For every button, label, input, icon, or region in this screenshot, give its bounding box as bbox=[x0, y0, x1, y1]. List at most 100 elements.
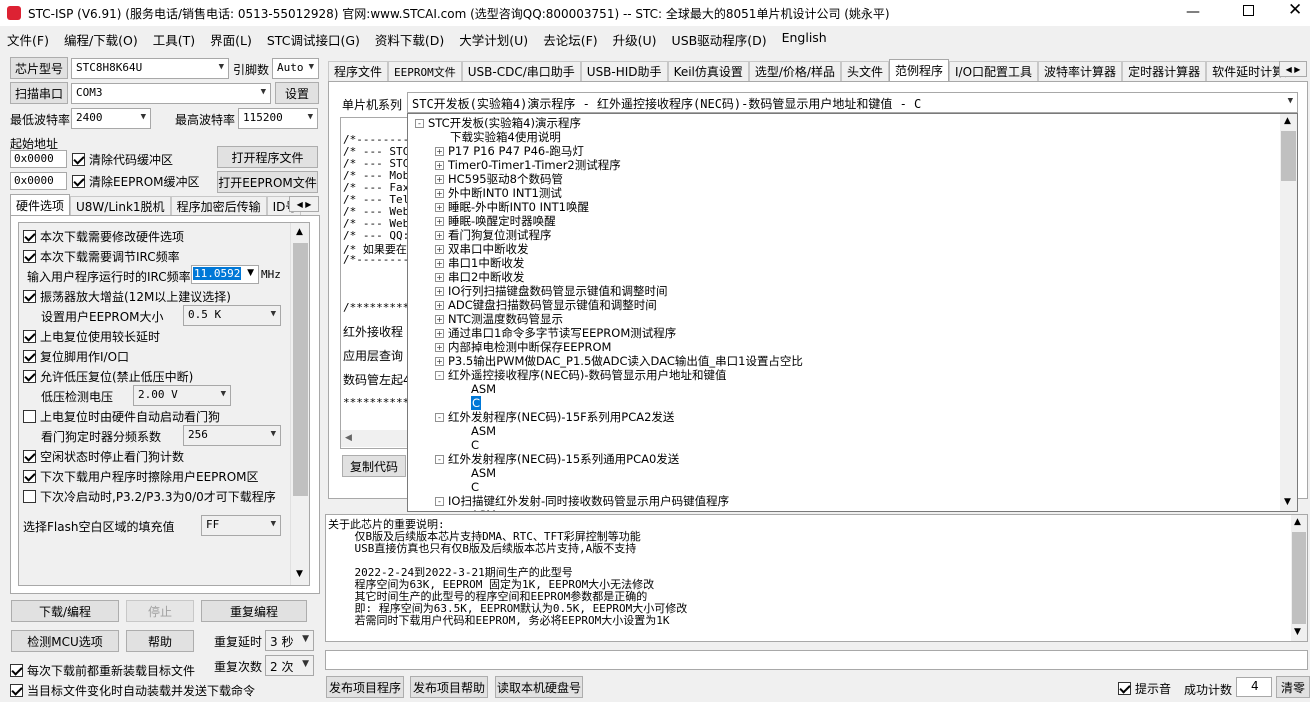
tab-eeprom-file[interactable]: EEPROM文件 bbox=[388, 61, 462, 81]
minimize-button[interactable]: — bbox=[1186, 4, 1206, 20]
read-disk-id-button[interactable]: 读取本机硬盘号 bbox=[495, 676, 583, 698]
lvd-select[interactable]: 2.00 V ▼ bbox=[133, 385, 231, 406]
tree-scrollbar[interactable]: ▲ ▼ bbox=[1280, 114, 1297, 511]
erase-eeprom-option[interactable]: 下次下载用户程序时擦除用户EEPROM区 bbox=[23, 468, 259, 485]
tree-item[interactable]: + 双串口中断收发 bbox=[435, 242, 529, 256]
tree-item[interactable]: C bbox=[455, 438, 479, 452]
flash-fill-select[interactable]: FF ▼ bbox=[201, 515, 281, 536]
stop-button[interactable]: 停止 bbox=[126, 600, 194, 622]
scroll-thumb[interactable] bbox=[1292, 532, 1306, 624]
collapse-icon[interactable]: - bbox=[435, 371, 444, 380]
tree-item[interactable]: + 串口2中断收发 bbox=[435, 270, 524, 284]
tree-item[interactable]: - 红外发射程序(NEC码)-15系列通用PCA0发送 bbox=[435, 452, 679, 466]
tree-item[interactable]: - 红外遥控接收程序(NEC码)-数码管显示用户地址和键值 bbox=[435, 368, 727, 382]
long-reset-delay-option[interactable]: 上电复位使用较长延时 bbox=[23, 328, 160, 345]
copy-code-button[interactable]: 复制代码 bbox=[342, 455, 406, 477]
help-button[interactable]: 帮助 bbox=[126, 630, 194, 652]
chip-model-select[interactable]: STC8H8K64U ▼ bbox=[71, 58, 229, 79]
com-port-select[interactable]: COM3 ▼ bbox=[71, 83, 271, 104]
options-scrollbar[interactable]: ▲ ▼ bbox=[290, 223, 309, 585]
menu-forum[interactable]: 去论坛(F) bbox=[543, 30, 597, 49]
tree-item[interactable]: ASM bbox=[455, 466, 496, 480]
auto-watchdog-option[interactable]: 上电复位时由硬件自动启动看门狗 bbox=[23, 408, 220, 425]
menu-interface[interactable]: 界面(L) bbox=[210, 30, 252, 49]
tree-item[interactable]: - IO扫描键红外发射-同时接收数码管显示用户码键值程序 bbox=[435, 494, 729, 508]
expand-icon[interactable]: + bbox=[435, 259, 444, 268]
tab-io-config[interactable]: I/O口配置工具 bbox=[949, 61, 1039, 81]
menu-usb-driver[interactable]: USB驱动程序(D) bbox=[672, 30, 767, 49]
expand-icon[interactable]: + bbox=[435, 147, 444, 156]
expand-icon[interactable]: + bbox=[435, 217, 444, 226]
collapse-icon[interactable]: - bbox=[415, 119, 424, 128]
code-hscrollbar[interactable]: ◀ bbox=[341, 430, 414, 447]
tree-item[interactable]: + 睡眠-外中断INT0 INT1唤醒 bbox=[435, 200, 589, 214]
tree-item[interactable]: 下载实验箱4使用说明 bbox=[435, 130, 561, 144]
code-address-input[interactable]: 0x0000 bbox=[10, 150, 67, 168]
clear-code-buffer-checkbox[interactable]: 清除代码缓冲区 bbox=[72, 151, 173, 168]
watchdog-prescaler-select[interactable]: 256 ▼ bbox=[183, 425, 281, 446]
clear-eeprom-buffer-checkbox[interactable]: 清除EEPROM缓冲区 bbox=[72, 173, 200, 190]
tab-u8w-offline[interactable]: U8W/Link1脱机 bbox=[70, 196, 171, 216]
tree-item[interactable]: + 内部掉电检测中断保存EEPROM bbox=[435, 340, 611, 354]
expand-icon[interactable]: + bbox=[435, 231, 444, 240]
scroll-up-icon[interactable]: ▲ bbox=[1294, 517, 1301, 527]
tree-item[interactable]: + 外中断INT0 INT1测试 bbox=[435, 186, 562, 200]
expand-icon[interactable]: + bbox=[435, 203, 444, 212]
expand-icon[interactable]: + bbox=[435, 175, 444, 184]
menu-download[interactable]: 资料下载(D) bbox=[375, 30, 444, 49]
tree-item[interactable]: + ADC键盘扫描数码管显示键值和调整时间 bbox=[435, 298, 657, 312]
tab-timer-calculator[interactable]: 定时器计算器 bbox=[1122, 61, 1207, 81]
eeprom-address-input[interactable]: 0x0000 bbox=[10, 172, 67, 190]
scroll-up-icon[interactable]: ▲ bbox=[296, 227, 303, 237]
tree-item[interactable]: C bbox=[455, 480, 479, 494]
tree-item[interactable]: + NTC测温度数码管显示 bbox=[435, 312, 563, 326]
min-baud-select[interactable]: 2400 ▼ bbox=[71, 108, 151, 129]
scan-port-button[interactable]: 扫描串口 bbox=[10, 82, 68, 104]
menu-university[interactable]: 大学计划(U) bbox=[459, 30, 528, 49]
tab-usb-cdc[interactable]: USB-CDC/串口助手 bbox=[461, 61, 581, 81]
oscillator-gain-option[interactable]: 振荡器放大增益(12M以上建议选择) bbox=[23, 288, 231, 305]
publish-project-program-button[interactable]: 发布项目程序 bbox=[326, 676, 404, 698]
auto-load-send-checkbox[interactable]: 当目标文件变化时自动装载并发送下载命令 bbox=[10, 682, 255, 699]
close-button[interactable]: ✕ bbox=[1288, 0, 1302, 20]
menu-upgrade[interactable]: 升级(U) bbox=[613, 30, 657, 49]
collapse-icon[interactable]: - bbox=[435, 497, 444, 506]
scroll-thumb[interactable] bbox=[293, 243, 308, 496]
max-baud-select[interactable]: 115200 ▼ bbox=[238, 108, 318, 129]
idle-stop-watchdog-option[interactable]: 空闲状态时停止看门狗计数 bbox=[23, 448, 184, 465]
open-eeprom-file-button[interactable]: 打开EEPROM文件 bbox=[217, 171, 318, 193]
status-input[interactable] bbox=[325, 650, 1308, 670]
tree-item[interactable]: + HC595驱动8个数码管 bbox=[435, 172, 563, 186]
tab-hardware-options[interactable]: 硬件选项 bbox=[10, 194, 71, 216]
reset-pin-io-option[interactable]: 复位脚用作I/O口 bbox=[23, 348, 129, 365]
tree-item[interactable]: ASM bbox=[455, 382, 496, 396]
tree-item[interactable]: - 红外发射程序(NEC码)-15F系列用PCA2发送 bbox=[435, 410, 674, 424]
expand-icon[interactable]: + bbox=[435, 315, 444, 324]
tab-header-file[interactable]: 头文件 bbox=[840, 61, 889, 81]
tree-item[interactable]: C bbox=[455, 396, 482, 410]
tab-program-file[interactable]: 程序文件 bbox=[328, 61, 389, 81]
tab-baud-calculator[interactable]: 波特率计算器 bbox=[1038, 61, 1123, 81]
pin-count-select[interactable]: Auto ▼ bbox=[272, 58, 319, 79]
reload-before-download-checkbox[interactable]: 每次下载前都重新装载目标文件 bbox=[10, 662, 195, 679]
tree-item[interactable]: + Timer0-Timer1-Timer2测试程序 bbox=[435, 158, 621, 172]
scroll-up-icon[interactable]: ▲ bbox=[1284, 116, 1291, 126]
tip-sound-checkbox[interactable]: 提示音 bbox=[1118, 680, 1171, 697]
example-tree-dropdown[interactable]: - STC开发板(实验箱4)演示程序 下载实验箱4使用说明 + P17 P16 P47 … bbox=[407, 113, 1298, 512]
tree-item[interactable]: ASM bbox=[455, 424, 496, 438]
expand-icon[interactable]: + bbox=[435, 161, 444, 170]
tab-example-programs[interactable]: 范例程序 bbox=[889, 59, 950, 81]
modify-hardware-option[interactable]: 本次下载需要修改硬件选项 bbox=[23, 228, 184, 245]
tree-item[interactable]: + P3.5输出PWM做DAC_P1.5做ADC读入DAC输出值_串口1设置占空比 bbox=[435, 354, 803, 368]
info-scrollbar[interactable]: ▲ ▼ bbox=[1291, 515, 1307, 641]
low-voltage-reset-option[interactable]: 允许低压复位(禁止低压中断) bbox=[23, 368, 193, 385]
menu-file[interactable]: 文件(F) bbox=[7, 30, 49, 49]
menu-tools[interactable]: 工具(T) bbox=[153, 30, 195, 49]
collapse-icon[interactable]: - bbox=[435, 455, 444, 464]
expand-icon[interactable]: + bbox=[435, 189, 444, 198]
tree-item[interactable]: + IO行列扫描键盘数码管显示键值和调整时间 bbox=[435, 284, 667, 298]
tab-delay-calculator[interactable]: 软件延时计算器 bbox=[1206, 61, 1286, 81]
tab-scroll-arrows[interactable]: ◀ ▶ bbox=[289, 196, 319, 212]
repeat-program-button[interactable]: 重复编程 bbox=[201, 600, 307, 622]
chip-model-button[interactable]: 芯片型号 bbox=[10, 57, 68, 79]
